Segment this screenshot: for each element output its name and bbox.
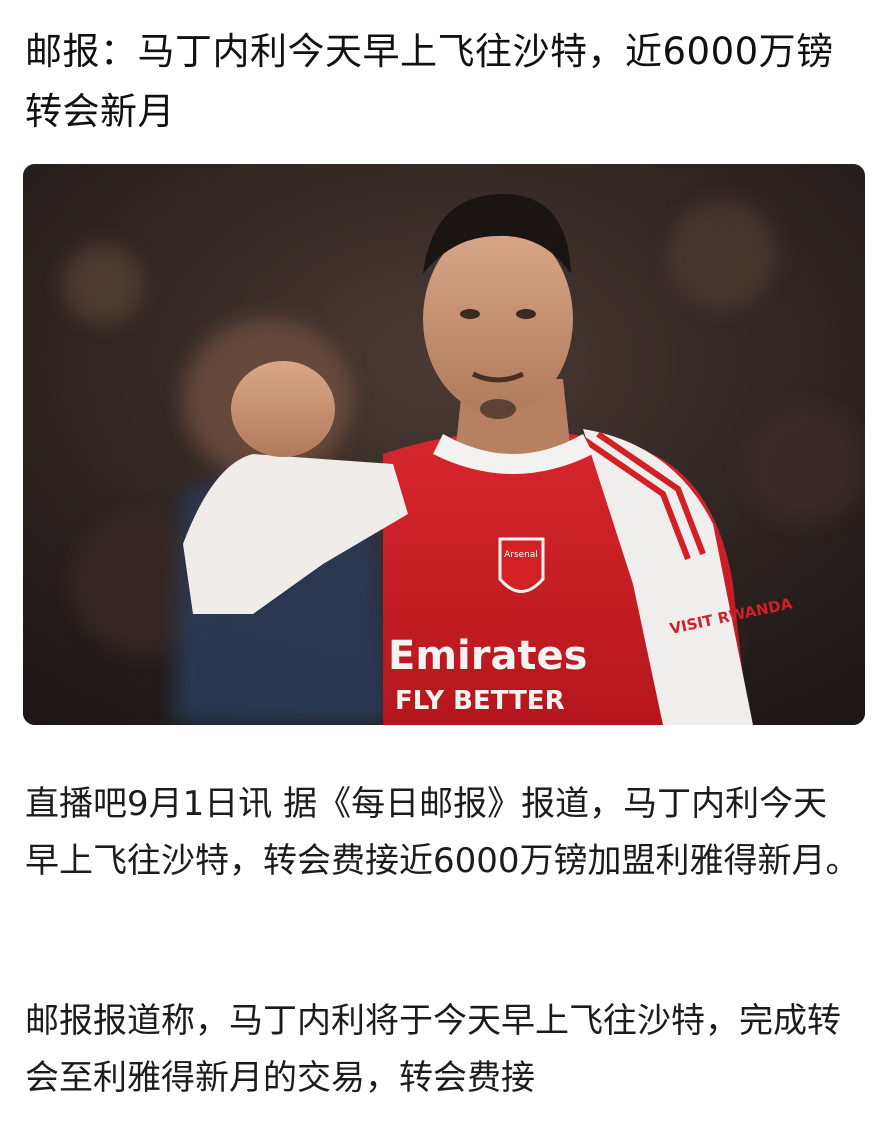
sponsor-text-2: FLY BETTER [395, 686, 565, 716]
player-photo-illustration: Arsenal Emirates FLY BETTER VISIT RWANDA [23, 164, 865, 725]
article-photo[interactable]: Arsenal Emirates FLY BETTER VISIT RWANDA [23, 164, 865, 725]
crest-text: Arsenal [504, 550, 538, 560]
headline: 邮报：马丁内利今天早上飞往沙特，近6000万镑转会新月 [25, 30, 834, 133]
sponsor-text-1: Emirates [388, 633, 588, 679]
paragraph-1: 直播吧9月1日讯 据《每日邮报》报道，马丁内利今天早上飞往沙特，转会费接近600… [25, 784, 860, 881]
paragraph-2: 邮报报道称，马丁内利将于今天早上飞往沙特，完成转会至利雅得新月的交易，转会费接 [25, 1001, 841, 1098]
article: 邮报：马丁内利今天早上飞往沙特，近6000万镑转会新月 Arsenal Emir… [0, 0, 882, 1125]
